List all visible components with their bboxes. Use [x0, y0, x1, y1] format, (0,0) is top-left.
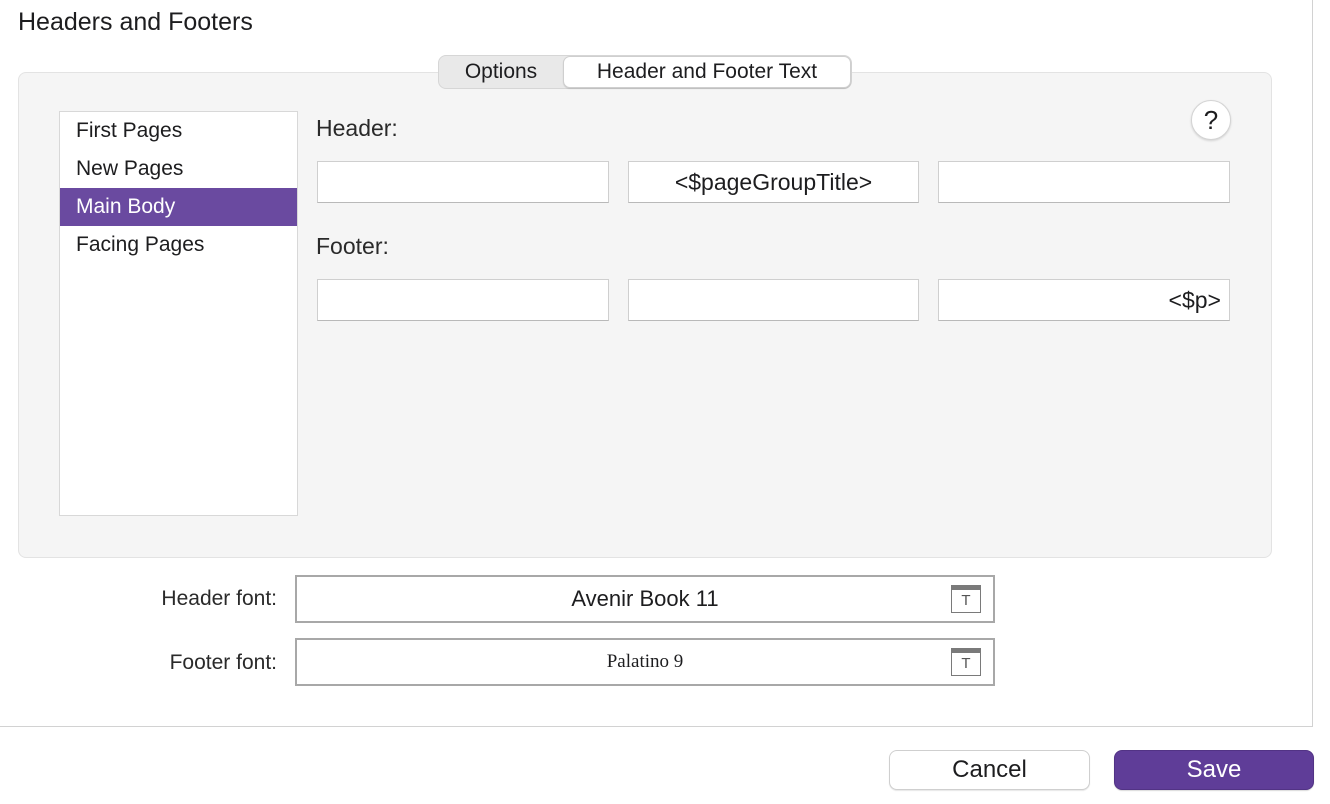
footer-section-label: Footer:: [316, 233, 389, 259]
list-item-facing-pages[interactable]: Facing Pages: [60, 226, 297, 264]
list-item-new-pages[interactable]: New Pages: [60, 150, 297, 188]
save-button[interactable]: Save: [1114, 750, 1314, 790]
tab-header-and-footer-text[interactable]: Header and Footer Text: [563, 56, 851, 88]
footer-center-field[interactable]: [628, 279, 919, 321]
footer-font-label: Footer font:: [169, 651, 277, 674]
page-type-list: First Pages New Pages Main Body Facing P…: [59, 111, 298, 516]
font-panel-glyph: T: [961, 592, 971, 609]
list-item-first-pages[interactable]: First Pages: [60, 112, 297, 150]
font-panel-glyph: T: [961, 655, 971, 672]
help-button[interactable]: ?: [1191, 100, 1231, 140]
footer-right-field[interactable]: <$p>: [938, 279, 1230, 321]
footer-font-value: Palatino 9: [606, 651, 684, 672]
header-section-label: Header:: [316, 115, 398, 141]
dialog-title: Headers and Footers: [18, 8, 253, 36]
tab-options[interactable]: Options: [439, 56, 563, 88]
font-panel-icon[interactable]: T: [951, 585, 981, 613]
list-item-main-body[interactable]: Main Body: [60, 188, 297, 226]
header-right-field[interactable]: [938, 161, 1230, 203]
footer-left-field[interactable]: [317, 279, 609, 321]
cancel-button[interactable]: Cancel: [889, 750, 1090, 790]
font-panel-icon[interactable]: T: [951, 648, 981, 676]
tab-bar: Options Header and Footer Text: [438, 55, 852, 89]
footer-font-well[interactable]: Palatino 9 T: [295, 638, 995, 686]
header-font-label: Header font:: [161, 587, 277, 610]
header-left-field[interactable]: [317, 161, 609, 203]
header-font-value: Avenir Book 11: [571, 586, 719, 611]
header-font-well[interactable]: Avenir Book 11 T: [295, 575, 995, 623]
sheet-border-right: [1312, 0, 1313, 726]
header-center-field[interactable]: <$pageGroupTitle>: [628, 161, 919, 203]
dialog-sheet: Headers and Footers Options Header and F…: [0, 0, 1312, 726]
